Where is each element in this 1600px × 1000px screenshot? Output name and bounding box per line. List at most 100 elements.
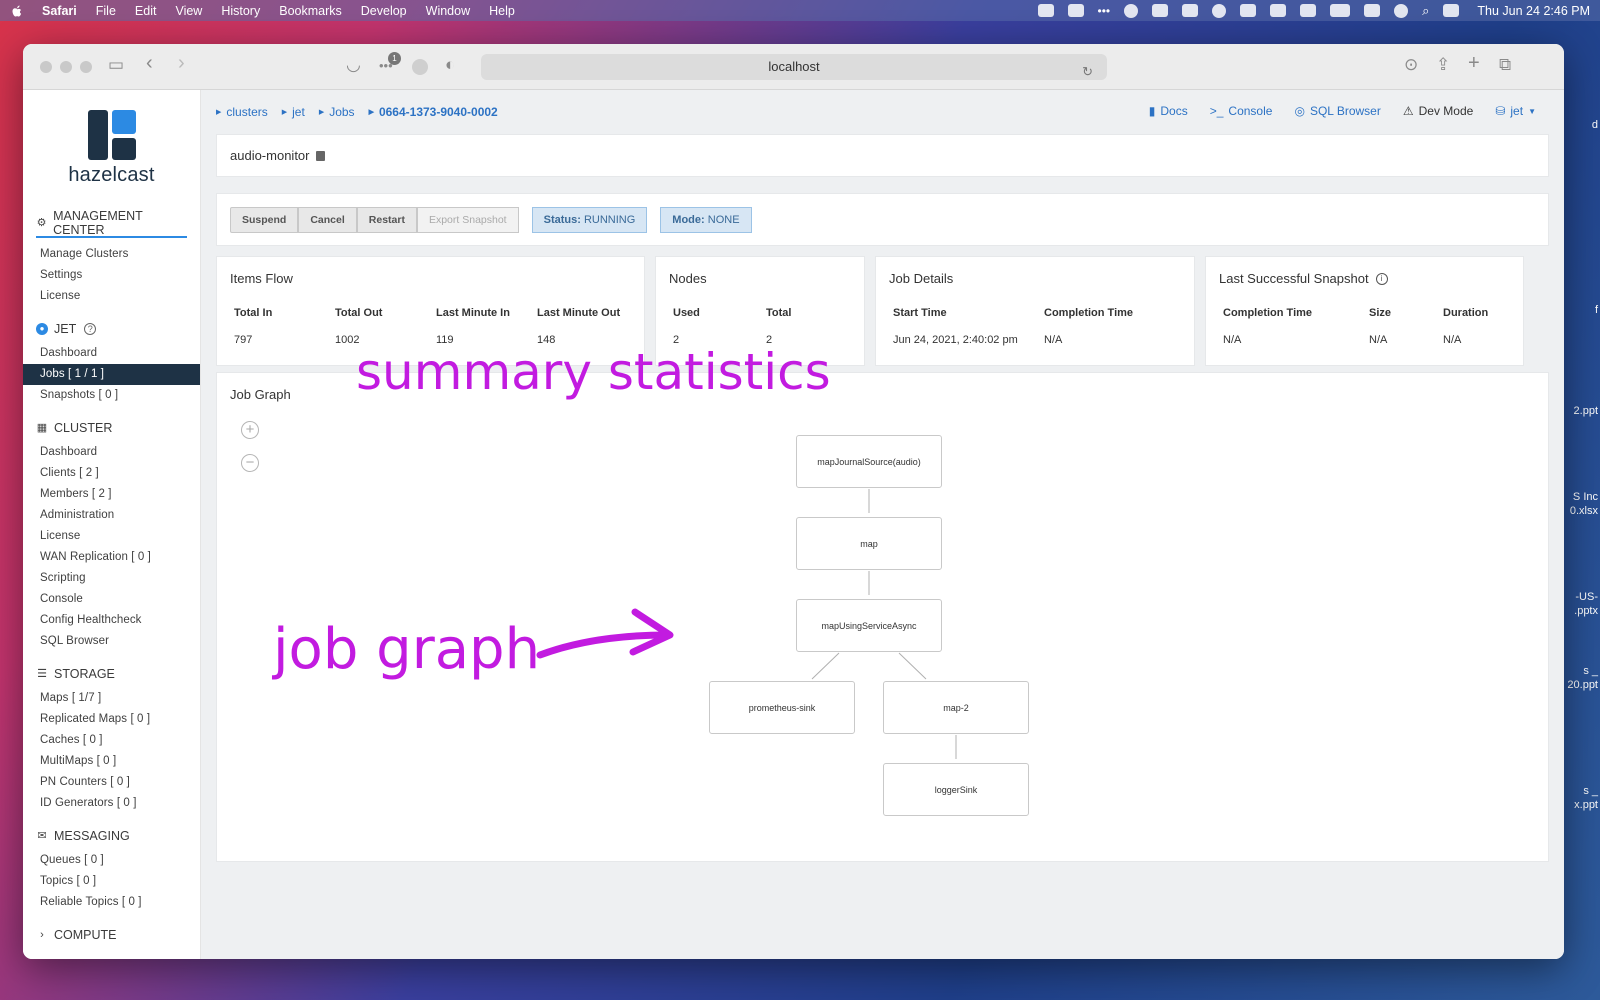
check-icon[interactable] — [1212, 3, 1227, 18]
jet-icon: ● — [36, 323, 48, 335]
menu-edit[interactable]: Edit — [135, 4, 157, 18]
apple-icon[interactable] — [10, 4, 24, 18]
forward-icon[interactable]: › — [178, 52, 185, 75]
reload-icon[interactable]: ↻ — [1082, 59, 1093, 85]
graph-node[interactable]: mapUsingServiceAsync — [796, 599, 942, 652]
menu-history[interactable]: History — [221, 4, 260, 18]
link-icon[interactable] — [1364, 4, 1381, 17]
sidebar-item-administration[interactable]: Administration — [23, 505, 200, 526]
hat-icon[interactable] — [1300, 4, 1317, 17]
sidebar-item-settings[interactable]: Settings — [23, 265, 200, 286]
extension-icon[interactable]: ••• 1 — [379, 52, 401, 73]
docs-link[interactable]: ▮ Docs — [1149, 104, 1188, 118]
help-icon[interactable]: ? — [84, 323, 97, 335]
hazelcast-logo[interactable]: hazelcast — [23, 90, 200, 210]
pause-icon[interactable] — [1124, 3, 1139, 18]
battery-icon[interactable] — [1330, 4, 1351, 17]
menu-view[interactable]: View — [175, 4, 202, 18]
sidebar-item-manage-clusters[interactable]: Manage Clusters — [23, 244, 200, 265]
cluster-selector[interactable]: ⛁ jet ▼ — [1495, 104, 1536, 118]
graph-node[interactable]: mapJournalSource(audio) — [796, 435, 942, 488]
new-tab-icon[interactable]: + — [1468, 52, 1480, 75]
cancel-button[interactable]: Cancel — [298, 206, 357, 233]
zoom-window-button[interactable] — [80, 60, 92, 73]
sidebar-item-topics[interactable]: Topics [ 0 ] — [23, 871, 200, 892]
menu-file[interactable]: File — [96, 4, 116, 18]
layout-icon[interactable] — [1270, 4, 1287, 17]
last-snapshot-title: Last Successful Snapshot i — [1219, 271, 1510, 286]
database-icon: ◎ — [1294, 104, 1305, 118]
sidebar-item-console[interactable]: Console — [23, 589, 200, 610]
table-header: Used — [673, 307, 700, 319]
sidebar-item-cluster-dashboard[interactable]: Dashboard — [23, 442, 200, 463]
sidebar-item-id-generators[interactable]: ID Generators [ 0 ] — [23, 793, 200, 814]
user-icon[interactable] — [1394, 3, 1409, 18]
sidebar-item-cluster-license[interactable]: License — [23, 526, 200, 547]
menubar-clock[interactable]: Thu Jun 24 2:46 PM — [1477, 4, 1590, 18]
desktop-file-label: S Inc 0.xlsx — [1569, 491, 1598, 517]
section-compute[interactable]: › COMPUTE — [23, 921, 200, 949]
shield-icon[interactable] — [1152, 4, 1169, 17]
menu-help[interactable]: Help — [489, 4, 515, 18]
sidebar-item-scripting[interactable]: Scripting — [23, 568, 200, 589]
sidebar-item-multimaps[interactable]: MultiMaps [ 0 ] — [23, 751, 200, 772]
sidebar-item-maps[interactable]: Maps [ 1/7 ] — [23, 688, 200, 709]
graph-node[interactable]: loggerSink — [883, 763, 1029, 816]
menu-develop[interactable]: Develop — [361, 4, 407, 18]
sidebar-item-pn-counters[interactable]: PN Counters [ 0 ] — [23, 772, 200, 793]
menu-safari[interactable]: Safari — [42, 4, 77, 18]
sidebar-item-reliable-topics[interactable]: Reliable Topics [ 0 ] — [23, 892, 200, 913]
info-icon[interactable]: i — [1375, 272, 1388, 285]
sidebar-item-queues[interactable]: Queues [ 0 ] — [23, 850, 200, 871]
sidebar-item-wan-replication[interactable]: WAN Replication [ 0 ] — [23, 547, 200, 568]
downloads-icon[interactable]: ⊙ — [1404, 55, 1418, 75]
sidebar-item-clients[interactable]: Clients [ 2 ] — [23, 463, 200, 484]
restart-button[interactable]: Restart — [356, 206, 417, 233]
sidebar-item-license[interactable]: License — [23, 286, 200, 307]
close-window-button[interactable] — [40, 60, 52, 73]
share-icon[interactable]: ⇪ — [1436, 55, 1450, 75]
address-text: localhost — [768, 59, 820, 74]
sidebar-toggle-icon[interactable]: ▭ — [108, 55, 124, 75]
pocket-icon[interactable]: ◡ — [346, 55, 361, 75]
sidebar-item-members[interactable]: Members [ 2 ] — [23, 484, 200, 505]
docker-icon[interactable] — [1067, 4, 1084, 17]
tab-overview-icon[interactable]: ⧉ — [1499, 55, 1511, 75]
bi-icon[interactable] — [1182, 4, 1199, 17]
breadcrumb-jobs[interactable]: ▶ Jobs — [319, 105, 355, 119]
m-extension-icon[interactable] — [412, 59, 428, 75]
dev-mode-indicator[interactable]: ⚠ Dev Mode — [1403, 104, 1473, 118]
screen-icon[interactable] — [1037, 4, 1054, 17]
sidebar-item-jobs[interactable]: Jobs [ 1 / 1 ] — [23, 364, 200, 385]
menu-bookmarks[interactable]: Bookmarks — [279, 4, 342, 18]
graph-node[interactable]: map — [796, 517, 942, 570]
back-icon[interactable]: ‹ — [146, 52, 153, 75]
cloud-icon[interactable] — [1240, 4, 1257, 17]
address-bar[interactable]: localhost ↻ — [481, 54, 1107, 80]
export-snapshot-button[interactable]: Export Snapshot — [416, 206, 519, 233]
spotlight-search-icon[interactable]: ⌕ — [1422, 3, 1429, 19]
sidebar-item-replicated-maps[interactable]: Replicated Maps [ 0 ] — [23, 709, 200, 730]
sql-browser-link[interactable]: ◎ SQL Browser — [1294, 104, 1380, 118]
desktop-file-label: -US- .pptx — [1574, 591, 1598, 617]
sidebar-item-caches[interactable]: Caches [ 0 ] — [23, 730, 200, 751]
menu-window[interactable]: Window — [426, 4, 470, 18]
graph-node[interactable]: prometheus-sink — [709, 681, 855, 734]
privacy-icon[interactable]: ◐ — [445, 55, 455, 75]
sidebar-item-snapshots[interactable]: Snapshots [ 0 ] — [23, 385, 200, 406]
breadcrumb-clusters[interactable]: ▶ clusters — [216, 105, 268, 119]
breadcrumb-job-id[interactable]: ▶ 0664-1373-9040-0002 — [369, 105, 498, 119]
notebook-icon[interactable] — [315, 150, 325, 161]
desktop-file-label: f — [1594, 304, 1598, 316]
more-icon[interactable]: ••• — [1098, 4, 1111, 18]
breadcrumb-jet[interactable]: ▶ jet — [282, 105, 305, 119]
sidebar-item-jet-dashboard[interactable]: Dashboard — [23, 343, 200, 364]
suspend-button[interactable]: Suspend — [230, 206, 299, 233]
console-link[interactable]: >_ Console — [1210, 104, 1273, 118]
graph-node[interactable]: map-2 — [883, 681, 1029, 734]
sidebar-item-config-healthcheck[interactable]: Config Healthcheck — [23, 610, 200, 631]
minimize-window-button[interactable] — [60, 60, 72, 73]
control-center-icon[interactable] — [1443, 4, 1460, 17]
sidebar-item-sql-browser[interactable]: SQL Browser — [23, 631, 200, 652]
items-flow-title: Items Flow — [230, 271, 293, 286]
